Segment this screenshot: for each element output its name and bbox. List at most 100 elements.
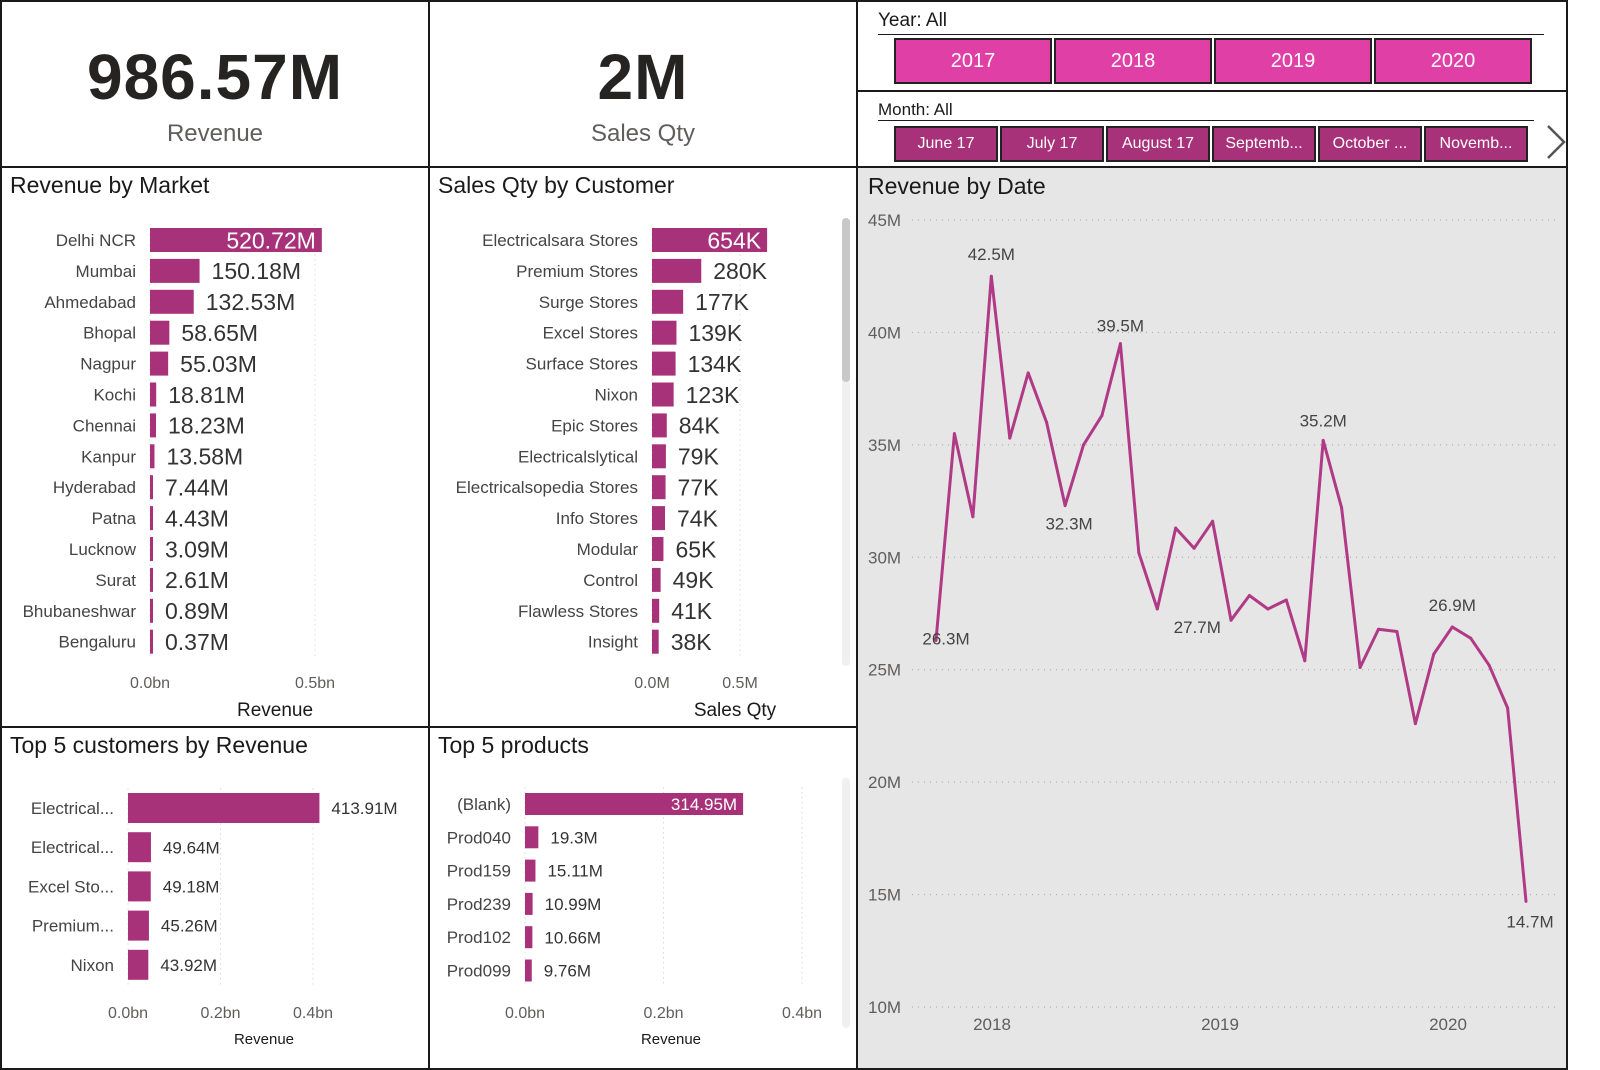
revenue-by-date-chart: 10M 15M 20M 25M 30M 35M 40M 45M 2018 2019 2020 26.3… xyxy=(868,211,1558,1034)
y-tick-label: 15M xyxy=(868,886,901,905)
bar xyxy=(128,793,320,823)
data-point xyxy=(1266,607,1270,611)
category-label: Prod099 xyxy=(447,961,511,980)
category-label: Info Stores xyxy=(556,509,638,528)
month-slicer-divider xyxy=(878,120,1534,121)
bar xyxy=(150,320,170,345)
bar xyxy=(525,826,539,849)
data-point xyxy=(1450,625,1454,629)
data-label: 38K xyxy=(671,629,713,655)
bar xyxy=(652,351,676,376)
data-point xyxy=(1063,504,1067,508)
data-label: 49K xyxy=(673,567,715,593)
month-slicer-title: Month: All xyxy=(878,100,953,119)
customer-scrollbar[interactable] xyxy=(842,218,850,666)
bar xyxy=(150,382,157,407)
top5-products-chart: 0.0bn 0.2bn 0.4bn Revenue (Blank) 314.95M Prod… xyxy=(447,787,822,1048)
y-tick-label: 35M xyxy=(868,436,901,455)
data-label: 19.3M xyxy=(550,828,597,847)
x-tick-label: 2018 xyxy=(973,1015,1011,1034)
revenue-kpi-value: 986.57M xyxy=(86,41,344,113)
revenue-kpi-card: 986.57M Revenue xyxy=(0,0,430,168)
bar xyxy=(150,567,153,592)
customer-scrollbar-thumb[interactable] xyxy=(842,218,850,382)
data-label: 49.64M xyxy=(163,838,220,857)
data-label: 3.09M xyxy=(165,536,229,562)
bar xyxy=(128,910,149,941)
bar xyxy=(150,629,153,654)
data-point xyxy=(1432,652,1436,656)
x-tick-label: 0.0bn xyxy=(108,1005,148,1022)
bar xyxy=(150,506,153,531)
products-scrollbar[interactable] xyxy=(842,778,850,1028)
year-button-2019[interactable]: 2019 xyxy=(1214,38,1372,84)
bar xyxy=(652,258,702,283)
category-label: Prod102 xyxy=(447,928,511,947)
x-tick-label: 0.2bn xyxy=(200,1005,240,1022)
category-label: Modular xyxy=(577,540,639,559)
revenue-by-market-panel: Revenue by Market 0.0bn 0.5bn Revenue Delhi… xyxy=(0,166,430,728)
category-label: Delhi NCR xyxy=(56,231,136,250)
data-label: 41K xyxy=(671,598,713,624)
data-label: 42.5M xyxy=(968,245,1015,264)
year-button-2020[interactable]: 2020 xyxy=(1374,38,1532,84)
year-button-2018[interactable]: 2018 xyxy=(1054,38,1212,84)
revenue-line xyxy=(934,274,1528,902)
bar xyxy=(652,506,666,531)
year-button-2017[interactable]: 2017 xyxy=(894,38,1052,84)
month-button-july-17[interactable]: July 17 xyxy=(1000,126,1104,162)
category-label: Nagpur xyxy=(80,355,136,374)
data-label: 314.95M xyxy=(671,795,737,814)
x-tick-label: 2019 xyxy=(1201,1015,1239,1034)
sales-qty-by-customer-panel: Sales Qty by Customer 0.0M 0.5M Sales Qty E… xyxy=(428,166,858,728)
data-label: 26.3M xyxy=(922,629,969,648)
x-tick-label: 0.5bn xyxy=(295,675,335,692)
y-tick-label: 10M xyxy=(868,998,901,1017)
bar xyxy=(150,598,153,623)
data-label: 49.18M xyxy=(163,878,220,897)
bar xyxy=(128,832,151,863)
data-label: 413.91M xyxy=(331,799,397,818)
data-label: 74K xyxy=(677,505,719,531)
bar xyxy=(150,537,153,561)
data-label: 18.23M xyxy=(168,413,245,439)
x-axis-title: Sales Qty xyxy=(694,700,777,721)
bar xyxy=(150,351,169,376)
category-label: Bhubaneshwar xyxy=(23,602,137,621)
bar xyxy=(525,892,533,915)
bar xyxy=(525,859,536,882)
month-button-september[interactable]: Septemb... xyxy=(1212,126,1316,162)
bar xyxy=(150,444,155,469)
x-tick-label: 0.0bn xyxy=(130,675,170,692)
data-label: 520.72M xyxy=(226,227,316,253)
bar xyxy=(652,598,660,623)
data-point xyxy=(1137,551,1141,555)
year-slicer-title: Year: All xyxy=(878,10,948,31)
data-label: 84K xyxy=(679,413,721,439)
data-label: 43.92M xyxy=(160,956,217,975)
data-label: 45.26M xyxy=(161,917,218,936)
data-label: 18.81M xyxy=(168,382,245,408)
data-label: 58.65M xyxy=(181,320,258,346)
month-button-june-17[interactable]: June 17 xyxy=(894,126,998,162)
month-slicer: Month: All June 17 July 17 August 17 Sep… xyxy=(856,90,1568,168)
bar xyxy=(150,289,194,314)
month-button-november[interactable]: Novemb... xyxy=(1424,126,1528,162)
data-point xyxy=(1211,519,1215,523)
data-point xyxy=(952,432,956,436)
chevron-right-icon[interactable] xyxy=(1544,122,1568,162)
category-label: Hyderabad xyxy=(53,478,136,497)
data-label: 134K xyxy=(688,351,742,377)
data-point xyxy=(1395,629,1399,633)
data-label: 35.2M xyxy=(1300,411,1347,430)
x-tick-label: 0.0bn xyxy=(505,1005,545,1022)
x-tick-label: 0.0M xyxy=(634,675,670,692)
x-axis-title: Revenue xyxy=(641,1031,701,1048)
month-button-october[interactable]: October ... xyxy=(1318,126,1422,162)
data-point xyxy=(1321,438,1325,442)
category-label: Bengaluru xyxy=(58,633,136,652)
month-button-august-17[interactable]: August 17 xyxy=(1106,126,1210,162)
category-label: Kanpur xyxy=(81,447,136,466)
bar xyxy=(128,949,149,980)
data-label: 9.76M xyxy=(544,962,591,981)
